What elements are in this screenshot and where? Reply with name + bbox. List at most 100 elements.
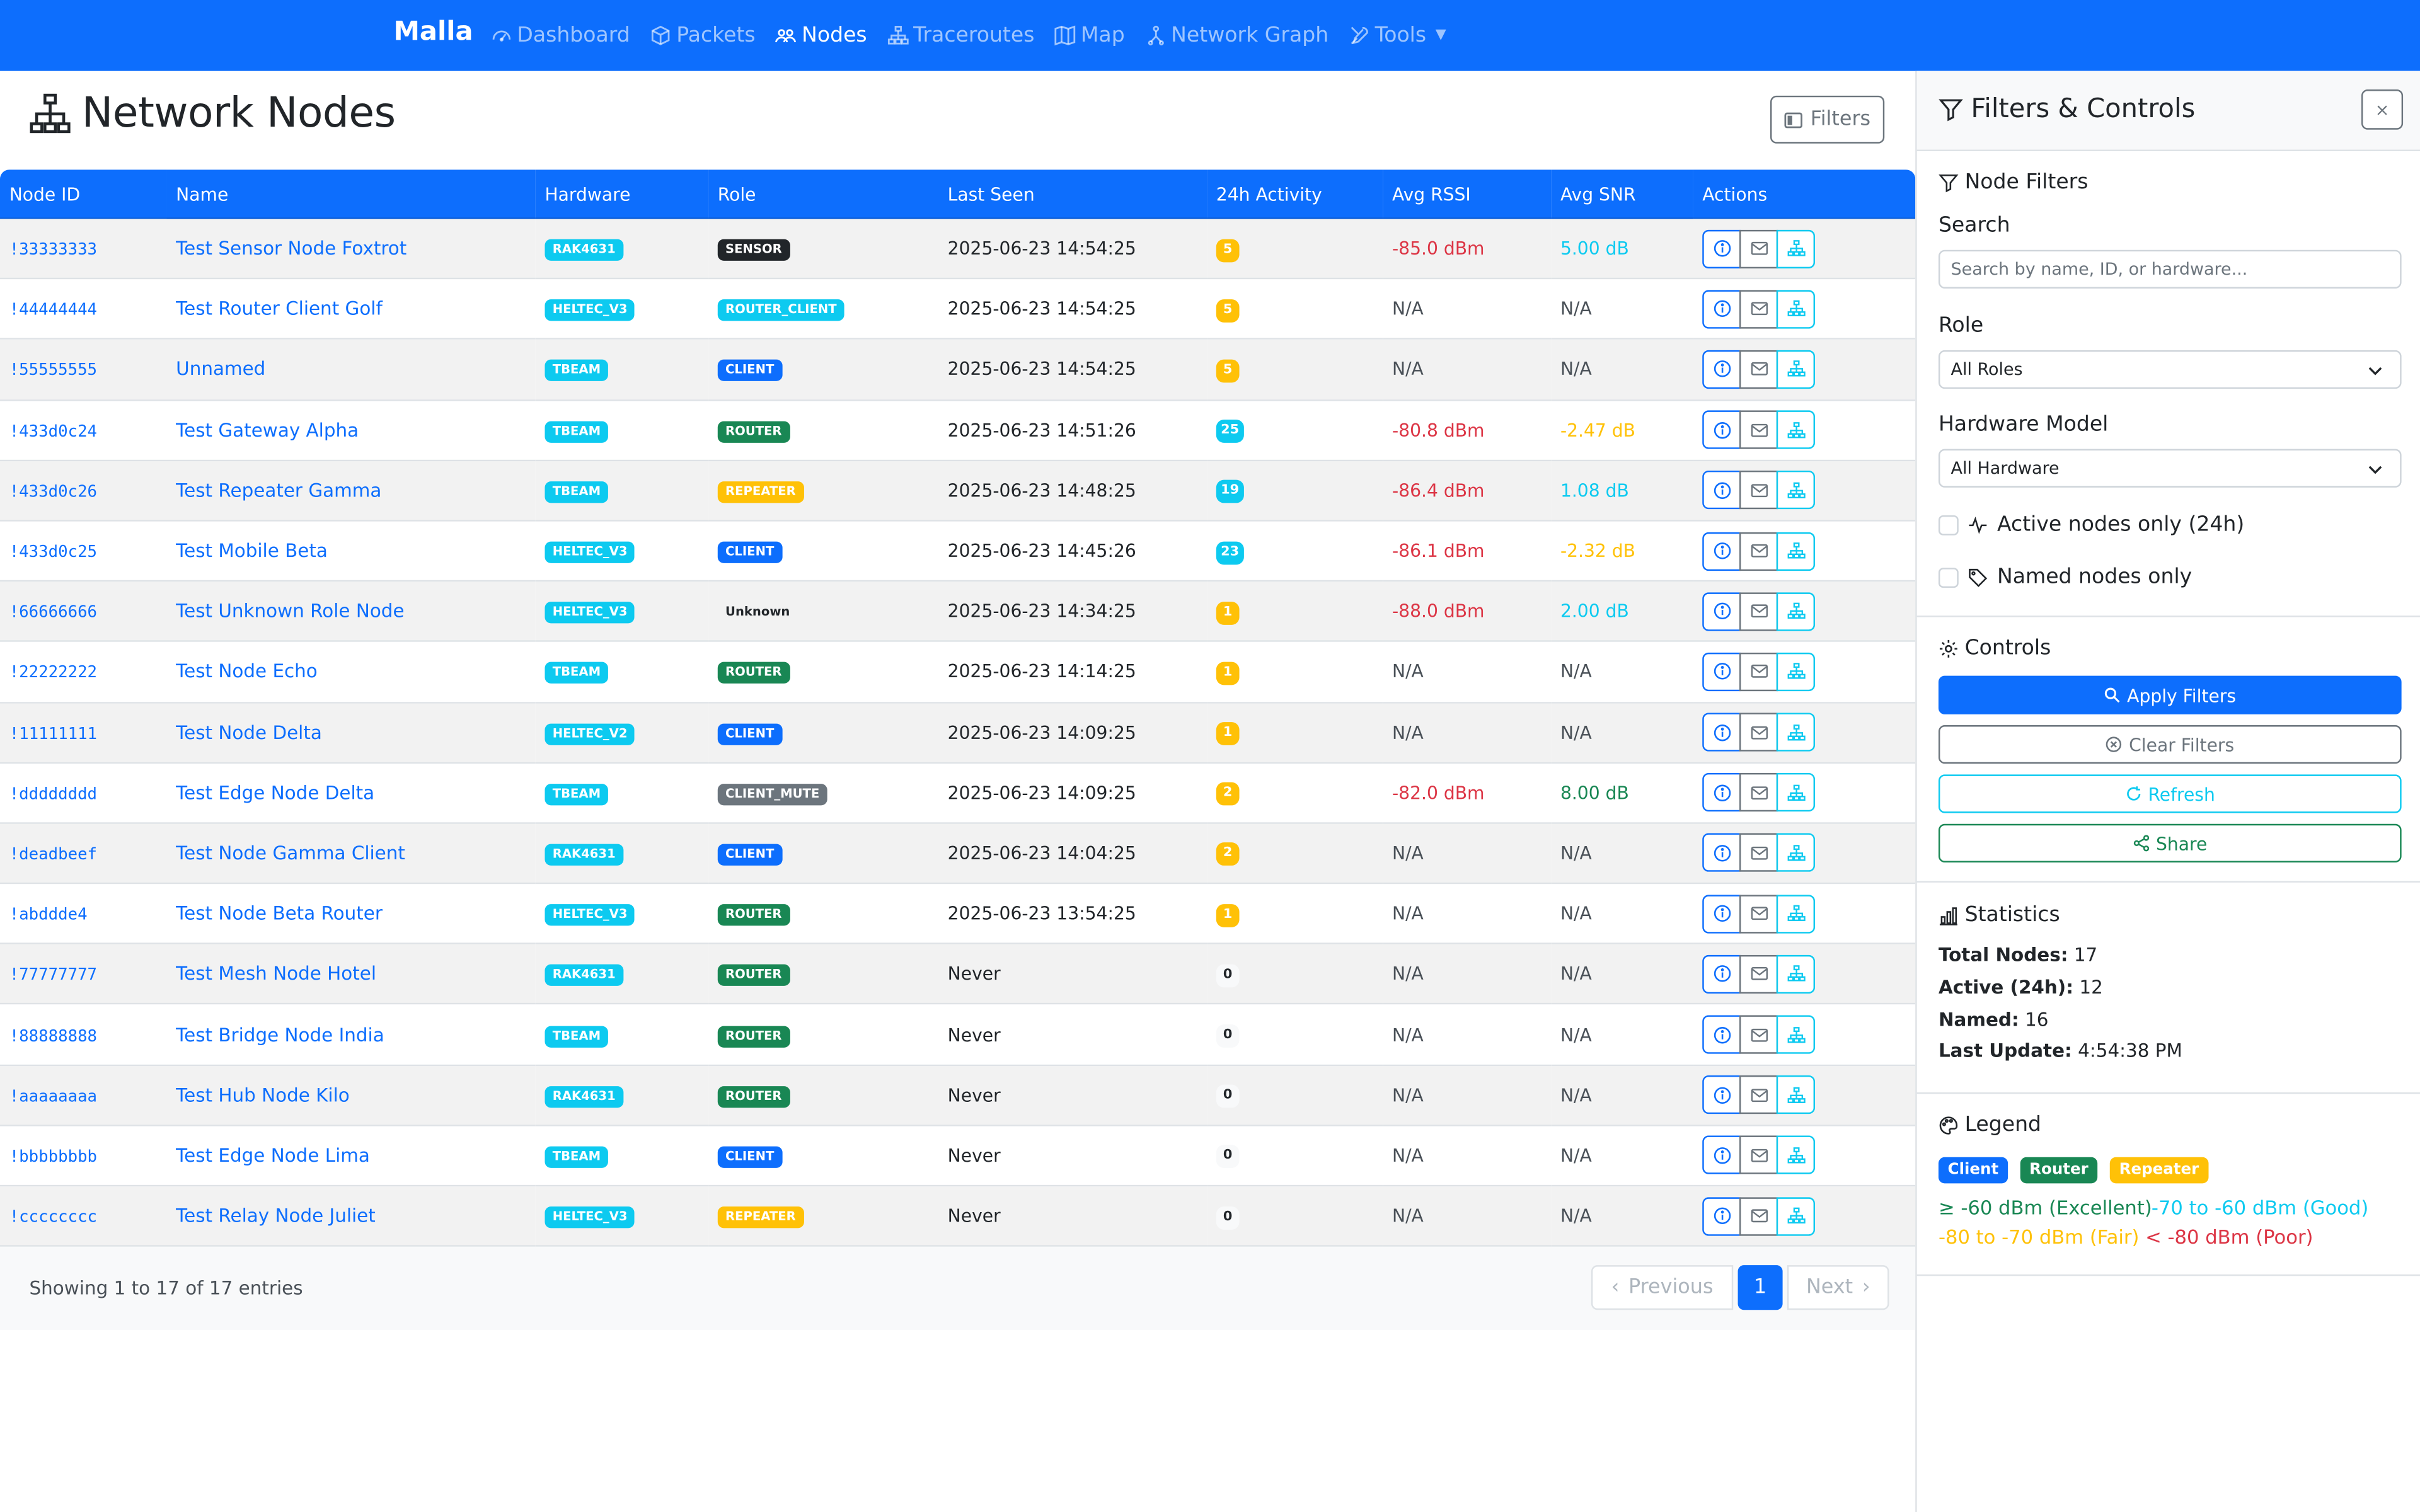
nav-item-packets[interactable]: Packets bbox=[650, 23, 756, 48]
node-name-link[interactable]: Test Hub Node Kilo bbox=[176, 1084, 350, 1106]
node-details-button[interactable] bbox=[1702, 289, 1741, 329]
node-details-button[interactable] bbox=[1702, 1136, 1741, 1175]
node-id-link[interactable]: !433d0c25 bbox=[9, 543, 97, 561]
node-name-link[interactable]: Test Edge Node Delta bbox=[176, 782, 374, 803]
node-traceroute-button[interactable] bbox=[1776, 410, 1816, 450]
table-row[interactable]: !88888888 Test Bridge Node India TBEAM ROUT… bbox=[0, 1005, 1916, 1066]
node-id-link[interactable]: !22222222 bbox=[9, 664, 97, 682]
node-details-button[interactable] bbox=[1702, 1075, 1741, 1114]
node-id-link[interactable]: !aaaaaaaa bbox=[9, 1087, 97, 1106]
node-name-link[interactable]: Test Repeater Gamma bbox=[176, 479, 381, 501]
node-name-link[interactable]: Test Bridge Node India bbox=[176, 1024, 384, 1045]
toggle-filters-button[interactable]: Filters bbox=[1770, 95, 1885, 144]
active-only-checkbox[interactable]: Active nodes only (24h) bbox=[1938, 512, 2244, 537]
column-header[interactable]: Hardware bbox=[535, 169, 709, 219]
table-row[interactable]: !bbbbbbbb Test Edge Node Lima TBEAM CLIENT N… bbox=[0, 1126, 1916, 1187]
node-details-button[interactable] bbox=[1702, 894, 1741, 933]
node-traceroute-button[interactable] bbox=[1776, 531, 1816, 570]
column-header[interactable]: Avg RSSI bbox=[1383, 169, 1552, 219]
node-name-link[interactable]: Test Node Echo bbox=[176, 661, 318, 682]
node-id-link[interactable]: !abddde4 bbox=[9, 906, 88, 924]
node-name-link[interactable]: Test Mobile Beta bbox=[176, 540, 328, 561]
node-name-link[interactable]: Test Gateway Alpha bbox=[176, 419, 359, 440]
node-name-link[interactable]: Test Router Client Golf bbox=[176, 298, 383, 319]
node-name-link[interactable]: Test Edge Node Lima bbox=[176, 1145, 370, 1166]
search-input[interactable]: Search by name, ID, or hardware... bbox=[1938, 249, 2402, 289]
nav-item-network-graph[interactable]: Network Graph bbox=[1145, 23, 1328, 48]
clear-filters-button[interactable]: Clear Filters bbox=[1938, 725, 2402, 764]
node-id-link[interactable]: !dddddddd bbox=[9, 785, 97, 803]
named-only-checkbox[interactable]: Named nodes only bbox=[1938, 564, 2192, 590]
role-select[interactable]: All Roles bbox=[1938, 350, 2402, 389]
node-id-link[interactable]: !cccccccc bbox=[9, 1208, 97, 1227]
node-details-button[interactable] bbox=[1702, 1015, 1741, 1054]
node-details-button[interactable] bbox=[1702, 592, 1741, 631]
node-id-link[interactable]: !55555555 bbox=[9, 362, 97, 380]
node-id-link[interactable]: !77777777 bbox=[9, 966, 97, 985]
brand-logo[interactable]: Malla bbox=[393, 17, 473, 48]
node-packets-button[interactable] bbox=[1739, 954, 1778, 994]
node-details-button[interactable] bbox=[1702, 833, 1741, 873]
node-details-button[interactable] bbox=[1702, 229, 1741, 268]
table-row[interactable]: !433d0c26 Test Repeater Gamma TBEAM REPEATE… bbox=[0, 461, 1916, 522]
node-details-button[interactable] bbox=[1702, 652, 1741, 691]
nav-item-dashboard[interactable]: Dashboard bbox=[491, 23, 630, 48]
table-row[interactable]: !33333333 Test Sensor Node Foxtrot RAK4631… bbox=[0, 219, 1916, 280]
node-traceroute-button[interactable] bbox=[1776, 773, 1816, 812]
node-id-link[interactable]: !66666666 bbox=[9, 604, 97, 622]
node-name-link[interactable]: Test Relay Node Juliet bbox=[176, 1205, 376, 1227]
node-packets-button[interactable] bbox=[1739, 713, 1778, 752]
next-page-button[interactable]: Next › bbox=[1787, 1265, 1889, 1310]
node-packets-button[interactable] bbox=[1739, 1136, 1778, 1175]
nav-item-nodes[interactable]: Nodes bbox=[776, 23, 867, 48]
column-header[interactable]: Name bbox=[166, 169, 536, 219]
node-traceroute-button[interactable] bbox=[1776, 713, 1816, 752]
node-traceroute-button[interactable] bbox=[1776, 471, 1816, 510]
column-header[interactable]: Node ID bbox=[0, 169, 167, 219]
node-traceroute-button[interactable] bbox=[1776, 652, 1816, 691]
node-packets-button[interactable] bbox=[1739, 894, 1778, 933]
column-header[interactable]: Avg SNR bbox=[1551, 169, 1693, 219]
node-id-link[interactable]: !88888888 bbox=[9, 1027, 97, 1045]
node-name-link[interactable]: Test Node Gamma Client bbox=[176, 842, 405, 864]
node-details-button[interactable] bbox=[1702, 1196, 1741, 1235]
node-id-link[interactable]: !bbbbbbbb bbox=[9, 1148, 97, 1166]
node-packets-button[interactable] bbox=[1739, 1196, 1778, 1235]
close-sidebar-button[interactable]: × bbox=[2361, 89, 2404, 130]
node-traceroute-button[interactable] bbox=[1776, 1196, 1816, 1235]
node-details-button[interactable] bbox=[1702, 531, 1741, 570]
column-header[interactable]: 24h Activity bbox=[1207, 169, 1383, 219]
node-packets-button[interactable] bbox=[1739, 471, 1778, 510]
table-row[interactable]: !55555555 Unnamed TBEAM CLIENT 2025-06-23 14… bbox=[0, 340, 1916, 401]
node-id-link[interactable]: !433d0c26 bbox=[9, 483, 97, 501]
node-traceroute-button[interactable] bbox=[1776, 1136, 1816, 1175]
nav-item-map[interactable]: Map bbox=[1054, 23, 1125, 48]
node-packets-button[interactable] bbox=[1739, 289, 1778, 329]
table-row[interactable]: !cccccccc Test Relay Node Juliet HELTEC_V3… bbox=[0, 1186, 1916, 1247]
node-traceroute-button[interactable] bbox=[1776, 229, 1816, 268]
table-row[interactable]: !aaaaaaaa Test Hub Node Kilo RAK4631 ROUTER… bbox=[0, 1065, 1916, 1126]
node-details-button[interactable] bbox=[1702, 350, 1741, 389]
node-packets-button[interactable] bbox=[1739, 773, 1778, 812]
node-packets-button[interactable] bbox=[1739, 833, 1778, 873]
node-details-button[interactable] bbox=[1702, 410, 1741, 450]
node-packets-button[interactable] bbox=[1739, 1015, 1778, 1054]
table-row[interactable]: !22222222 Test Node Echo TBEAM ROUTER 2025-0… bbox=[0, 642, 1916, 703]
table-row[interactable]: !433d0c24 Test Gateway Alpha TBEAM ROUTER 20… bbox=[0, 400, 1916, 461]
node-traceroute-button[interactable] bbox=[1776, 894, 1816, 933]
previous-page-button[interactable]: ‹ Previous bbox=[1591, 1265, 1734, 1310]
node-traceroute-button[interactable] bbox=[1776, 833, 1816, 873]
node-name-link[interactable]: Test Sensor Node Foxtrot bbox=[176, 238, 406, 259]
node-traceroute-button[interactable] bbox=[1776, 289, 1816, 329]
column-header[interactable]: Last Seen bbox=[938, 169, 1207, 219]
node-id-link[interactable]: !33333333 bbox=[9, 241, 97, 259]
node-traceroute-button[interactable] bbox=[1776, 350, 1816, 389]
nav-item-tools[interactable]: Tools ▼ bbox=[1349, 23, 1446, 48]
node-name-link[interactable]: Test Node Delta bbox=[176, 721, 322, 743]
node-traceroute-button[interactable] bbox=[1776, 954, 1816, 994]
node-traceroute-button[interactable] bbox=[1776, 592, 1816, 631]
table-row[interactable]: !11111111 Test Node Delta HELTEC_V2 CLIENT 2… bbox=[0, 702, 1916, 764]
node-details-button[interactable] bbox=[1702, 773, 1741, 812]
hardware-select[interactable]: All Hardware bbox=[1938, 449, 2402, 488]
apply-filters-button[interactable]: Apply Filters bbox=[1938, 675, 2402, 714]
